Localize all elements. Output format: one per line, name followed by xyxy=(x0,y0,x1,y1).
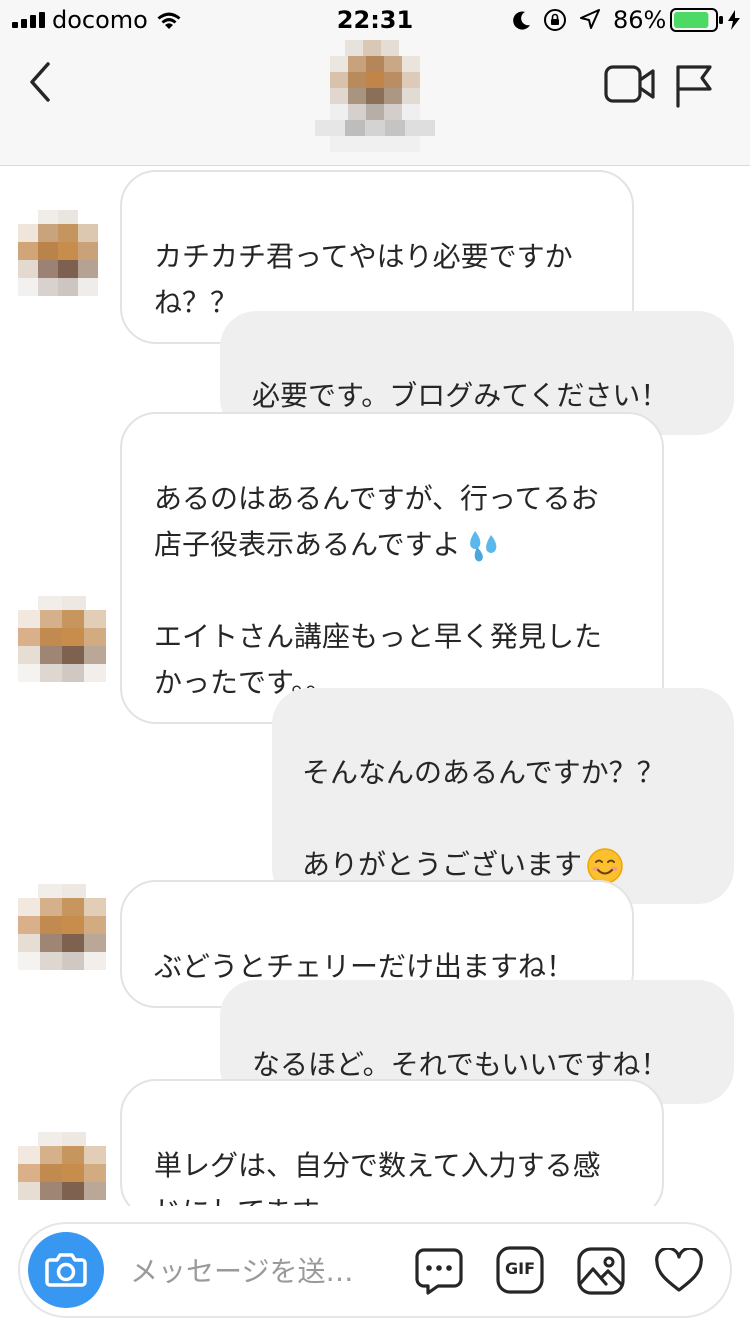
chevron-left-icon[interactable] xyxy=(22,60,62,104)
message-composer: メッセージを送… GIF xyxy=(18,1222,732,1318)
flag-icon[interactable] xyxy=(674,62,714,110)
gif-label: GIF xyxy=(504,1259,535,1278)
status-bar: docomo 22:31 86% xyxy=(0,0,750,40)
chat-bubble-icon[interactable] xyxy=(414,1246,464,1296)
heart-icon[interactable] xyxy=(654,1248,704,1294)
avatar[interactable] xyxy=(18,884,108,984)
message-text: なるほど。それでもいいですね！ xyxy=(252,1048,669,1081)
incoming-message[interactable]: あるのはあるんですが、行ってるお 店子役表示あるんですよ エイトさん講座もっと早… xyxy=(120,412,664,724)
avatar[interactable] xyxy=(315,40,435,156)
battery-icon xyxy=(670,8,723,32)
message-text: ぶどうとチェリーだけ出ますね！ xyxy=(154,950,575,983)
avatar[interactable] xyxy=(18,596,108,696)
message-text: 単レグは、自分で数えて入力する感 じにしてますー xyxy=(154,1149,601,1206)
message-text: カチカチ君ってやはり必要ですか ね？？ xyxy=(154,240,573,319)
moon-icon xyxy=(513,11,530,30)
avatar[interactable] xyxy=(18,1132,108,1206)
outgoing-message[interactable]: そんなんのあるんですか？？ ありがとうございます xyxy=(272,688,734,904)
message-list[interactable]: カチカチ君ってやはり必要ですか ね？？ 必要です。ブログみてください！ あるのは… xyxy=(0,166,750,1206)
chat-header xyxy=(0,40,750,166)
camera-button[interactable] xyxy=(28,1232,104,1308)
location-icon xyxy=(580,9,600,29)
gif-button[interactable]: GIF xyxy=(496,1246,544,1294)
sweat-droplets-emoji xyxy=(469,531,496,562)
gallery-icon[interactable] xyxy=(576,1246,626,1296)
message-text: あるのはあるんですが、行ってるお 店子役表示あるんですよ xyxy=(154,482,599,561)
camera-icon xyxy=(45,1253,87,1287)
battery-percent: 86% xyxy=(613,6,667,34)
incoming-message[interactable]: 単レグは、自分で数えて入力する感 じにしてますー xyxy=(120,1079,664,1206)
video-camera-icon[interactable] xyxy=(604,62,656,106)
orientation-lock-icon xyxy=(544,9,566,31)
message-input[interactable]: メッセージを送… xyxy=(130,1250,353,1290)
avatar[interactable] xyxy=(18,210,98,310)
message-text: 必要です。ブログみてください！ xyxy=(252,379,669,412)
charging-bolt-icon xyxy=(728,10,740,30)
